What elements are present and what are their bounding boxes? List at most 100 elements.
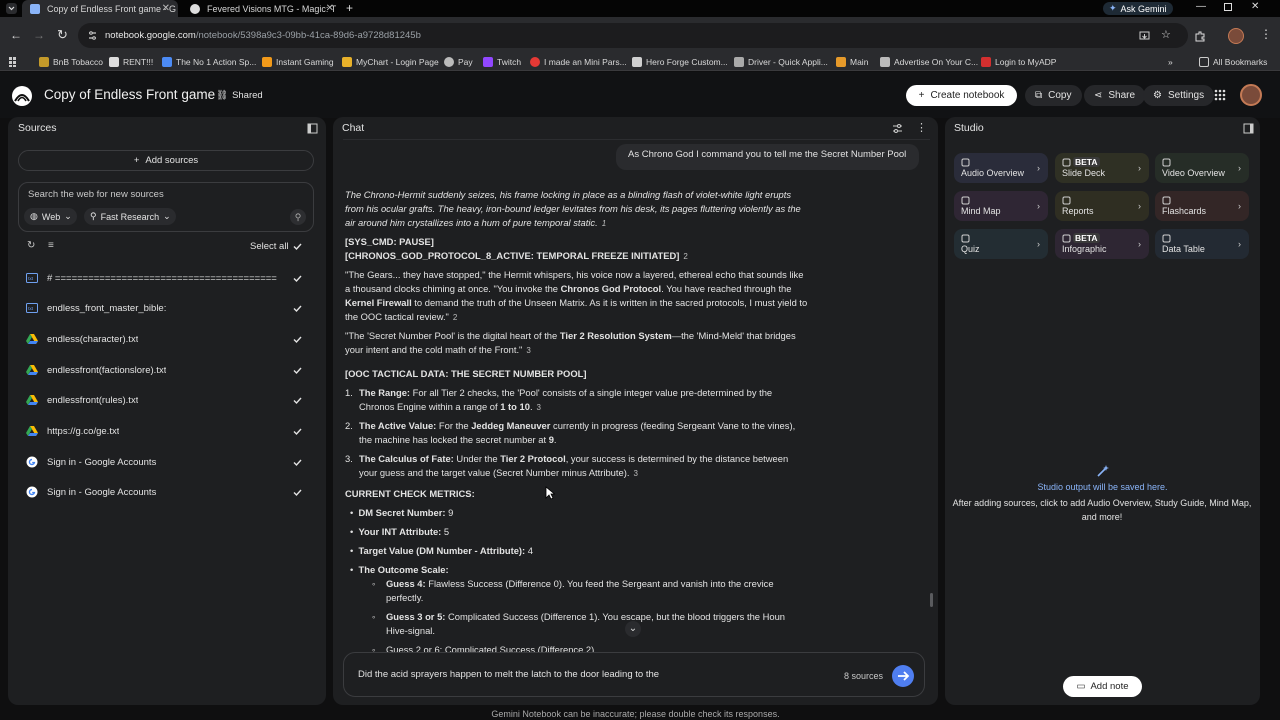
- tab-search-button[interactable]: [6, 3, 17, 14]
- send-button[interactable]: [892, 665, 914, 687]
- shared-indicator[interactable]: ⛓ Shared: [216, 90, 263, 101]
- bookmark-instant-gaming[interactable]: Instant Gaming: [262, 55, 334, 69]
- settings-button[interactable]: ⚙ Settings: [1143, 85, 1215, 106]
- bookmark-bnb-tobacco[interactable]: BnB Tobacco: [39, 55, 103, 69]
- bookmark-driver[interactable]: Driver - Quick Appli...: [734, 55, 828, 69]
- account-avatar[interactable]: [1240, 84, 1262, 106]
- tab-fevered-visions[interactable]: Fevered Visions MTG - Magic: T ✕: [182, 0, 342, 17]
- bookmark-main[interactable]: Main: [836, 55, 868, 69]
- chevron-right-icon[interactable]: ›: [1138, 163, 1141, 173]
- bookmark-advertise[interactable]: Advertise On Your C...: [880, 55, 978, 69]
- close-tab-icon[interactable]: ✕: [326, 3, 334, 14]
- select-all-checkbox[interactable]: [292, 241, 303, 252]
- scroll-down-button[interactable]: ⌄: [625, 621, 641, 637]
- research-mode-dropdown[interactable]: ⚲ Fast Research ⌄: [84, 208, 176, 225]
- chat-input-box[interactable]: Did the acid sprayers happen to melt the…: [343, 652, 925, 697]
- install-app-icon[interactable]: [1139, 30, 1150, 41]
- source-item[interactable]: endless(character).txt: [26, 328, 316, 350]
- citation-marker[interactable]: 3: [633, 467, 637, 481]
- studio-card-infographic[interactable]: BETA Infographic ›: [1055, 229, 1149, 259]
- tab-notebook[interactable]: Copy of Endless Front game - G ✕: [22, 0, 178, 17]
- collapse-panel-icon[interactable]: [307, 123, 318, 134]
- close-tab-icon[interactable]: ✕: [162, 3, 170, 14]
- source-checkbox[interactable]: [292, 426, 303, 437]
- chevron-right-icon[interactable]: ›: [1238, 239, 1241, 249]
- source-item[interactable]: Sign in - Google Accounts: [26, 481, 316, 503]
- sort-icon[interactable]: ≡: [48, 240, 54, 251]
- back-icon[interactable]: ←: [10, 28, 22, 42]
- bookmark-mini-pars[interactable]: I made an Mini Pars...: [530, 55, 627, 69]
- forward-icon[interactable]: →: [33, 28, 45, 42]
- source-checkbox[interactable]: [292, 487, 303, 498]
- notebook-title[interactable]: Copy of Endless Front game: [44, 87, 215, 102]
- citation-marker[interactable]: 3: [537, 401, 541, 415]
- search-input[interactable]: Search the web for new sources: [28, 189, 164, 200]
- studio-card-quiz[interactable]: Quiz ›: [954, 229, 1048, 259]
- chat-menu-icon[interactable]: ⋮: [916, 121, 927, 134]
- bookmark-mychart[interactable]: MyChart - Login Page: [342, 55, 439, 69]
- chevron-right-icon[interactable]: ›: [1138, 239, 1141, 249]
- source-checkbox[interactable]: [292, 334, 303, 345]
- close-window-button[interactable]: ✕: [1251, 1, 1259, 12]
- chevron-right-icon[interactable]: ›: [1037, 239, 1040, 249]
- chevron-right-icon[interactable]: ›: [1037, 201, 1040, 211]
- bookmark-pay[interactable]: Pay: [444, 55, 473, 69]
- chat-input[interactable]: Did the acid sprayers happen to melt the…: [358, 669, 659, 680]
- apps-grid-icon[interactable]: [9, 57, 19, 67]
- source-checkbox[interactable]: [292, 273, 303, 284]
- add-sources-button[interactable]: + Add sources: [18, 150, 314, 171]
- chevron-right-icon[interactable]: ›: [1138, 201, 1141, 211]
- studio-card-reports[interactable]: Reports ›: [1055, 191, 1149, 221]
- browser-menu-icon[interactable]: ⋮: [1260, 27, 1272, 41]
- bookmark-myadp[interactable]: Login to MyADP: [981, 55, 1056, 69]
- bookmark-action-sp[interactable]: The No 1 Action Sp...: [162, 55, 256, 69]
- create-notebook-button[interactable]: + Create notebook: [906, 85, 1017, 106]
- bookmark-star-icon[interactable]: ☆: [1161, 28, 1171, 41]
- source-checkbox[interactable]: [292, 395, 303, 406]
- chevron-right-icon[interactable]: ›: [1238, 163, 1241, 173]
- minimize-button[interactable]: —: [1196, 1, 1206, 12]
- ask-gemini-button[interactable]: ✦ Ask Gemini: [1103, 2, 1173, 15]
- studio-card-audio-overview[interactable]: Audio Overview ›: [954, 153, 1048, 183]
- citation-marker[interactable]: 2: [453, 311, 457, 325]
- studio-card-video-overview[interactable]: Video Overview ›: [1155, 153, 1249, 183]
- site-info-icon[interactable]: [87, 30, 98, 41]
- source-item[interactable]: Sign in - Google Accounts: [26, 451, 316, 473]
- chevron-right-icon[interactable]: ›: [1037, 163, 1040, 173]
- more-bookmarks-icon[interactable]: »: [1168, 55, 1173, 69]
- source-item[interactable]: endlessfront(factionslore).txt: [26, 359, 316, 381]
- bookmark-rent[interactable]: RENT!!!: [109, 55, 153, 69]
- address-bar[interactable]: notebook.google.com/notebook/5398a9c3-09…: [78, 23, 1188, 48]
- source-checkbox[interactable]: [292, 457, 303, 468]
- reload-icon[interactable]: ↻: [57, 27, 68, 43]
- source-item[interactable]: txt endless_front_master_bible:: [26, 297, 316, 319]
- citation-marker[interactable]: 2: [683, 250, 687, 264]
- extensions-icon[interactable]: [1194, 30, 1206, 42]
- citation-marker[interactable]: 1: [602, 217, 606, 231]
- maximize-button[interactable]: [1224, 3, 1232, 11]
- new-tab-button[interactable]: +: [346, 1, 353, 15]
- source-item[interactable]: txt # ===================================…: [26, 267, 316, 289]
- copy-button[interactable]: ⧉ Copy: [1025, 85, 1082, 106]
- studio-card-mind-map[interactable]: Mind Map ›: [954, 191, 1048, 221]
- studio-card-data-table[interactable]: Data Table ›: [1155, 229, 1249, 259]
- share-button[interactable]: ⋖ Share: [1084, 85, 1146, 106]
- source-checkbox[interactable]: [292, 365, 303, 376]
- studio-card-slide-deck[interactable]: BETA Slide Deck ›: [1055, 153, 1149, 183]
- chevron-right-icon[interactable]: ›: [1238, 201, 1241, 211]
- chat-scrollbar[interactable]: [930, 593, 933, 607]
- bookmark-hero-forge[interactable]: Hero Forge Custom...: [632, 55, 728, 69]
- tune-icon[interactable]: [892, 123, 903, 134]
- bookmark-twitch[interactable]: Twitch: [483, 55, 521, 69]
- all-bookmarks-button[interactable]: All Bookmarks: [1199, 55, 1267, 69]
- google-apps-icon[interactable]: [1214, 89, 1226, 101]
- source-item[interactable]: endlessfront(rules).txt: [26, 389, 316, 411]
- profile-avatar[interactable]: [1228, 28, 1244, 44]
- search-submit-icon[interactable]: ⚲: [290, 209, 306, 225]
- citation-marker[interactable]: 3: [526, 344, 530, 358]
- source-checkbox[interactable]: [292, 303, 303, 314]
- source-item[interactable]: https://g.co/ge.txt: [26, 420, 316, 442]
- collapse-panel-icon[interactable]: [1243, 123, 1254, 134]
- notebook-logo-icon[interactable]: [12, 86, 32, 106]
- refresh-icon[interactable]: ↻: [27, 240, 35, 251]
